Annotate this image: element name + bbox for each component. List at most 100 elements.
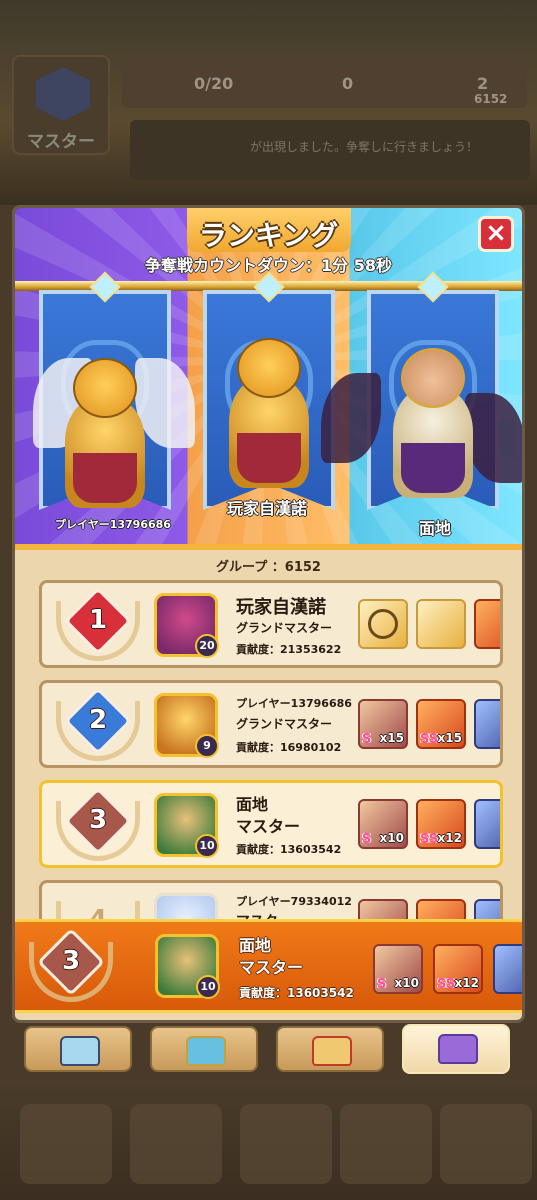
hero-left[interactable] — [45, 358, 165, 508]
item-count: x12 — [454, 976, 479, 990]
item-count: x15 — [379, 731, 404, 745]
player-name: 面地 — [236, 795, 269, 814]
tab-chest-2[interactable] — [150, 1026, 258, 1072]
player-name: 玩家自漢諾 — [236, 597, 326, 618]
hero-center[interactable] — [209, 338, 329, 488]
rank-title: グランドマスター — [236, 621, 333, 635]
contribution: 貢献度：21353622 — [236, 643, 342, 656]
reward-item-icon[interactable]: x — [474, 699, 500, 749]
player-name: 面地 — [239, 936, 272, 955]
bg-tile — [440, 1104, 532, 1184]
player-name: プレイヤー79334012 — [236, 895, 352, 908]
rank-medal: 2 — [56, 687, 140, 761]
hero-head — [237, 338, 301, 398]
bg-tile — [130, 1104, 222, 1184]
stat-bar: 0/20 0 2 6152 — [122, 62, 527, 108]
contribution: 貢献度：13603542 — [236, 843, 342, 856]
blue-chest-icon — [60, 1036, 100, 1066]
grade-label: S — [362, 832, 372, 847]
hero-cape — [401, 443, 465, 493]
item-count: x10 — [379, 831, 404, 845]
close-button[interactable]: × — [478, 216, 514, 252]
rank-label: マスター — [27, 132, 95, 152]
rank-title: グランドマスター — [236, 717, 333, 731]
background-bottom-nav — [0, 1080, 537, 1200]
hero-cape — [237, 433, 301, 483]
rank-title: マスター — [239, 958, 304, 977]
bg-tile — [340, 1104, 432, 1184]
purple-chest-icon — [438, 1034, 478, 1064]
stat-group: 6152 — [474, 92, 508, 106]
grade-label: S — [362, 732, 372, 747]
stat-arrows: 0 — [342, 74, 354, 93]
reward-hero-shard-icon[interactable]: SS x12 — [433, 944, 483, 994]
hero-cape — [73, 453, 137, 503]
contribution: 貢献度：16980102 — [236, 741, 342, 754]
contribution: 貢献度：13603542 — [239, 986, 354, 1000]
level-badge: 9 — [195, 734, 219, 758]
panel-title: ランキング — [198, 219, 339, 252]
grade-label: SS — [437, 977, 456, 992]
background-game-screen: マスター 0/20 0 2 6152 が出現しました。争奪しに行きましょう！ — [0, 0, 537, 205]
red-chest-icon — [312, 1036, 352, 1066]
item-count: x10 — [394, 976, 419, 990]
rank-number: 1 — [88, 605, 108, 635]
stat-arrows-2: 2 — [477, 74, 489, 93]
hero-right[interactable] — [373, 348, 493, 498]
item-count: x15 — [437, 731, 462, 745]
rank-medal: 3 — [29, 928, 113, 1002]
rank-number: 3 — [88, 805, 108, 835]
master-rank-box: マスター — [12, 55, 110, 155]
avatar[interactable]: 10 — [154, 793, 219, 858]
ranking-panel: ランキング 争奪戦カウントダウン：1分 58秒 × プレイヤー13796686 … — [12, 205, 525, 1023]
reward-item-icon[interactable] — [474, 799, 500, 849]
hero-head — [73, 358, 137, 418]
reward-hero-shard-icon[interactable]: S x10 — [373, 944, 423, 994]
frame-inner — [368, 609, 398, 639]
grade-label: SS — [420, 732, 439, 747]
reward-frame-icon[interactable] — [358, 599, 408, 649]
rank-number: 3 — [61, 946, 81, 976]
avatar[interactable]: 20 — [154, 593, 219, 658]
reward-bow-icon[interactable] — [416, 599, 466, 649]
podium-name-left: プレイヤー13796686 — [55, 518, 171, 531]
tab-chest-1[interactable] — [24, 1026, 132, 1072]
reward-item-icon[interactable] — [474, 599, 500, 649]
reward-item-icon[interactable] — [493, 944, 522, 994]
grade-label: S — [377, 977, 387, 992]
reward-hero-shard-icon[interactable]: S x15 — [358, 699, 408, 749]
podium-name-center: 玩家自漢諾 — [226, 499, 307, 518]
notice-text: が出現しました。争奪しに行きましょう！ — [130, 120, 530, 180]
reward-hero-shard-icon[interactable]: SS x12 — [416, 799, 466, 849]
avatar[interactable]: 9 — [154, 693, 219, 758]
podium-name-right: 面地 — [418, 519, 451, 538]
bg-tile — [240, 1104, 332, 1184]
level-badge: 20 — [195, 634, 219, 658]
rank-medal: 1 — [56, 587, 140, 661]
item-count: x12 — [437, 831, 462, 845]
rank-medal: 3 — [56, 787, 140, 861]
reward-hero-shard-icon[interactable]: S x10 — [358, 799, 408, 849]
ranking-row[interactable]: 2 9 プレイヤー13796686 グランドマスター 貢献度：16980102 … — [39, 680, 503, 768]
bg-tile — [20, 1104, 112, 1184]
level-badge: 10 — [195, 834, 219, 858]
tab-chest-4[interactable] — [402, 1024, 510, 1074]
stat-attempts: 0/20 — [194, 74, 234, 93]
gold-blue-chest-icon — [186, 1036, 226, 1066]
rank-emblem-icon — [36, 67, 90, 121]
chest-tabs — [24, 1024, 516, 1076]
my-rank-bar[interactable]: 3 10 面地 マスター 貢献度：13603542 S x10 SS x12 — [15, 919, 522, 1013]
reward-hero-shard-icon[interactable]: SS x15 — [416, 699, 466, 749]
podium-header: ランキング 争奪戦カウントダウン：1分 58秒 × プレイヤー13796686 … — [15, 208, 522, 550]
avatar[interactable]: 10 — [155, 934, 220, 999]
level-badge: 10 — [196, 975, 220, 999]
rank-number: 2 — [88, 705, 108, 735]
ranking-row[interactable]: 1 20 玩家自漢諾 グランドマスター 貢献度：21353622 — [39, 580, 503, 668]
rank-title: マスター — [236, 817, 301, 836]
group-label: グループ ：6152 — [216, 560, 321, 575]
tab-chest-3[interactable] — [276, 1026, 384, 1072]
ranking-row-current-player[interactable]: 3 10 面地 マスター 貢献度：13603542 S x10 SS x12 — [39, 780, 503, 868]
grade-label: SS — [420, 832, 439, 847]
player-name: プレイヤー13796686 — [236, 697, 352, 710]
hero-head — [401, 348, 465, 408]
